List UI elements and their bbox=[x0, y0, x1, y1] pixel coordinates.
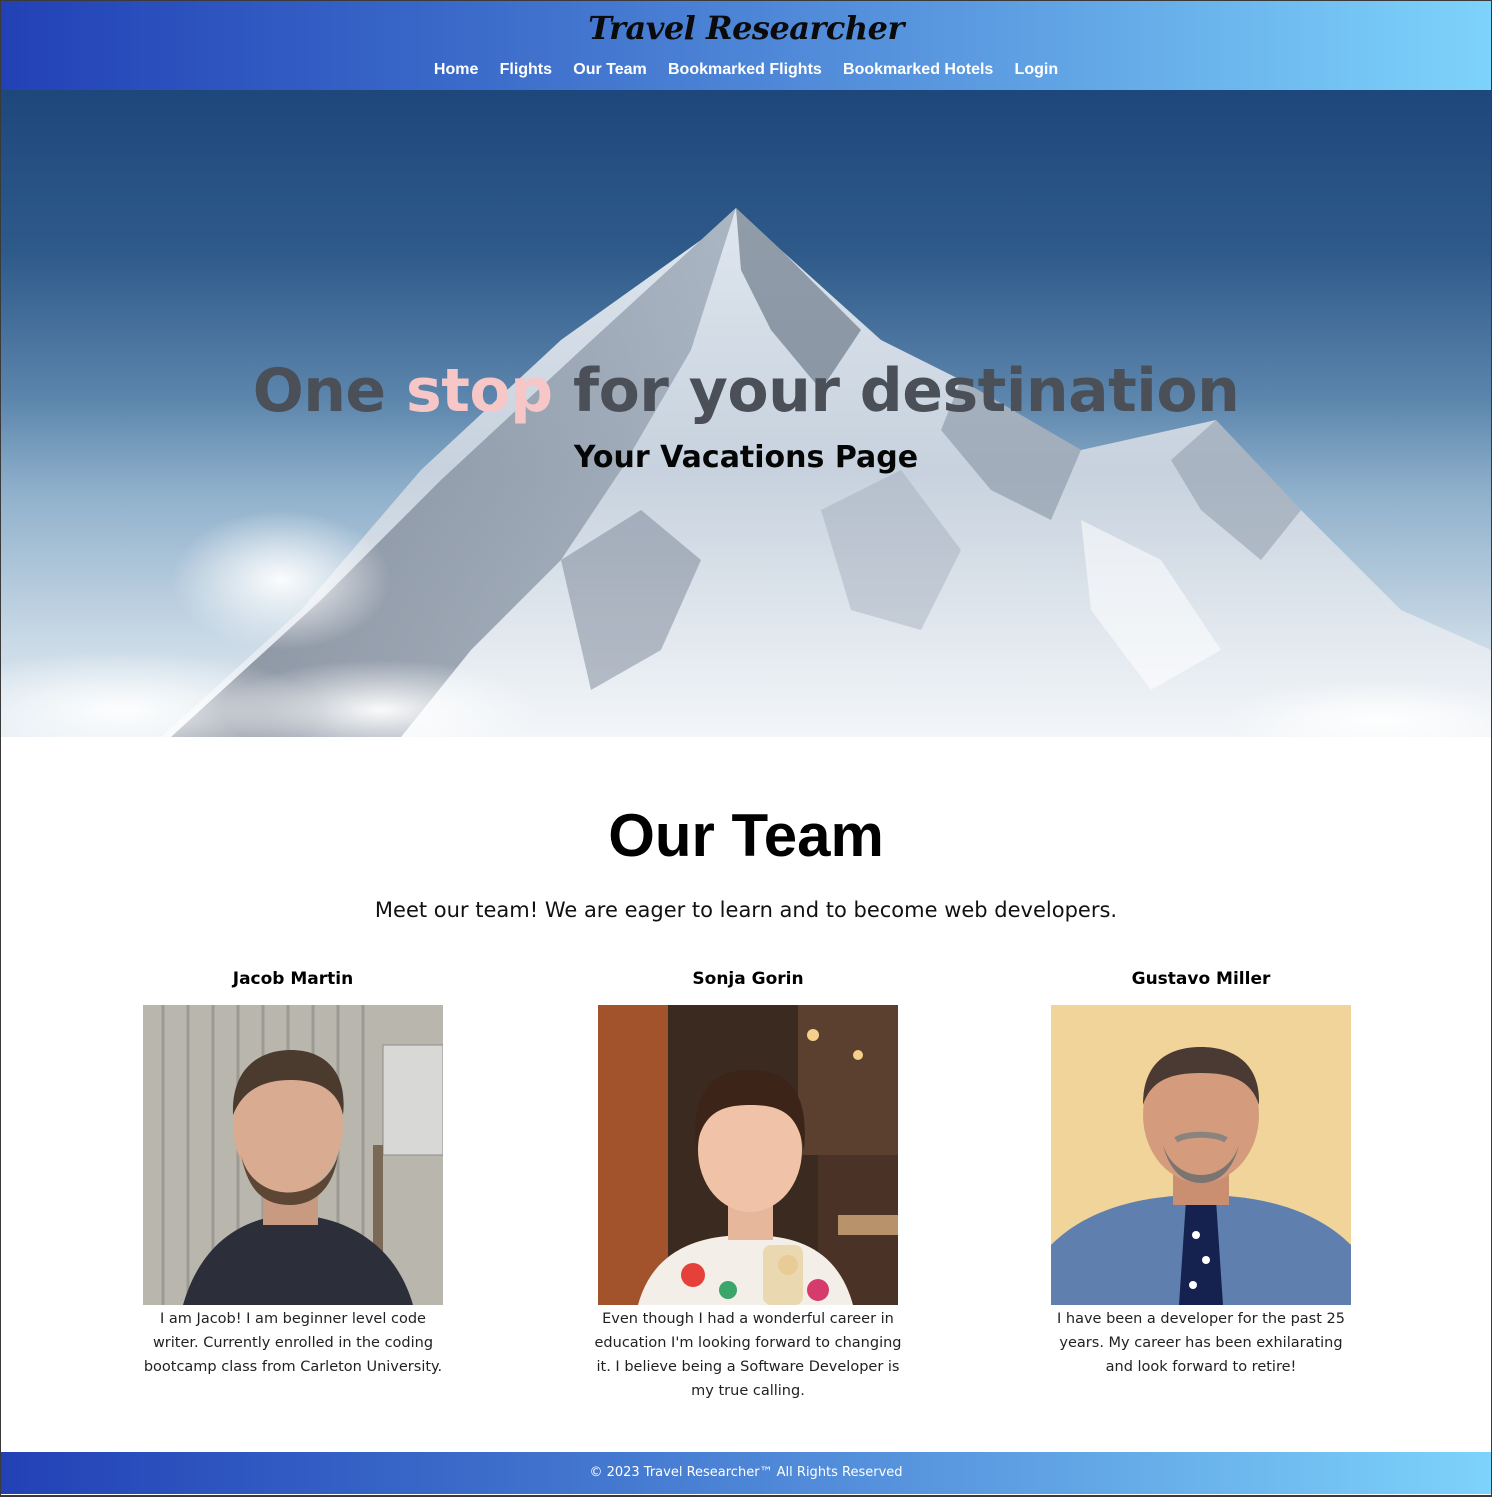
member-name: Jacob Martin bbox=[232, 969, 354, 989]
member-photo bbox=[598, 1005, 898, 1305]
member-name: Sonja Gorin bbox=[692, 969, 804, 989]
nav-link-our-team[interactable]: Our Team bbox=[573, 61, 647, 79]
nav-link-bookmarked-flights[interactable]: Bookmarked Flights bbox=[668, 61, 822, 79]
site-footer: © 2023 Travel Researcher™ All Rights Res… bbox=[1, 1452, 1491, 1494]
hero-title-part2: for your destination bbox=[552, 356, 1240, 426]
member-bio: I have been a developer for the past 25 … bbox=[1057, 1311, 1345, 1375]
member-photo bbox=[1051, 1005, 1351, 1305]
nav-link-home[interactable]: Home bbox=[434, 61, 478, 79]
hero-title-part1: One bbox=[252, 356, 406, 426]
hero-banner: One stop for your destination Your Vacat… bbox=[1, 90, 1491, 737]
member-name: Gustavo Miller bbox=[1131, 969, 1271, 989]
nav-link-flights[interactable]: Flights bbox=[500, 61, 552, 79]
footer-copyright: © 2023 Travel Researcher™ All Rights Res… bbox=[589, 1465, 903, 1480]
hero-title: One stop for your destination bbox=[1, 356, 1491, 426]
page: Travel Researcher Home Flights Our Team … bbox=[1, 1, 1491, 1495]
team-intro-text: Meet our team! We are eager to learn and… bbox=[374, 898, 1118, 922]
team-member-card: Gustavo Miller I have been a developer f… bbox=[1041, 967, 1361, 1379]
team-section-title: Our Team bbox=[608, 802, 884, 869]
brand-logo[interactable]: Travel Researcher bbox=[1, 9, 1491, 47]
nav-link-bookmarked-hotels[interactable]: Bookmarked Hotels bbox=[843, 61, 993, 79]
team-member-card: Sonja Gorin Even though I had a wonderfu… bbox=[588, 967, 908, 1403]
site-header: Travel Researcher Home Flights Our Team … bbox=[1, 1, 1491, 90]
member-bio: I am Jacob! I am beginner level code wri… bbox=[143, 1311, 443, 1375]
hero-subtitle: Your Vacations Page bbox=[573, 440, 919, 475]
team-member-card: Jacob Martin I am Jacob! I am beginner l… bbox=[133, 967, 453, 1379]
member-photo bbox=[143, 1005, 443, 1305]
nav-link-login[interactable]: Login bbox=[1015, 61, 1059, 79]
main-nav: Home Flights Our Team Bookmarked Flights… bbox=[1, 60, 1491, 79]
member-bio: Even though I had a wonderful career in … bbox=[594, 1311, 902, 1399]
hero-title-accent: stop bbox=[406, 356, 553, 426]
